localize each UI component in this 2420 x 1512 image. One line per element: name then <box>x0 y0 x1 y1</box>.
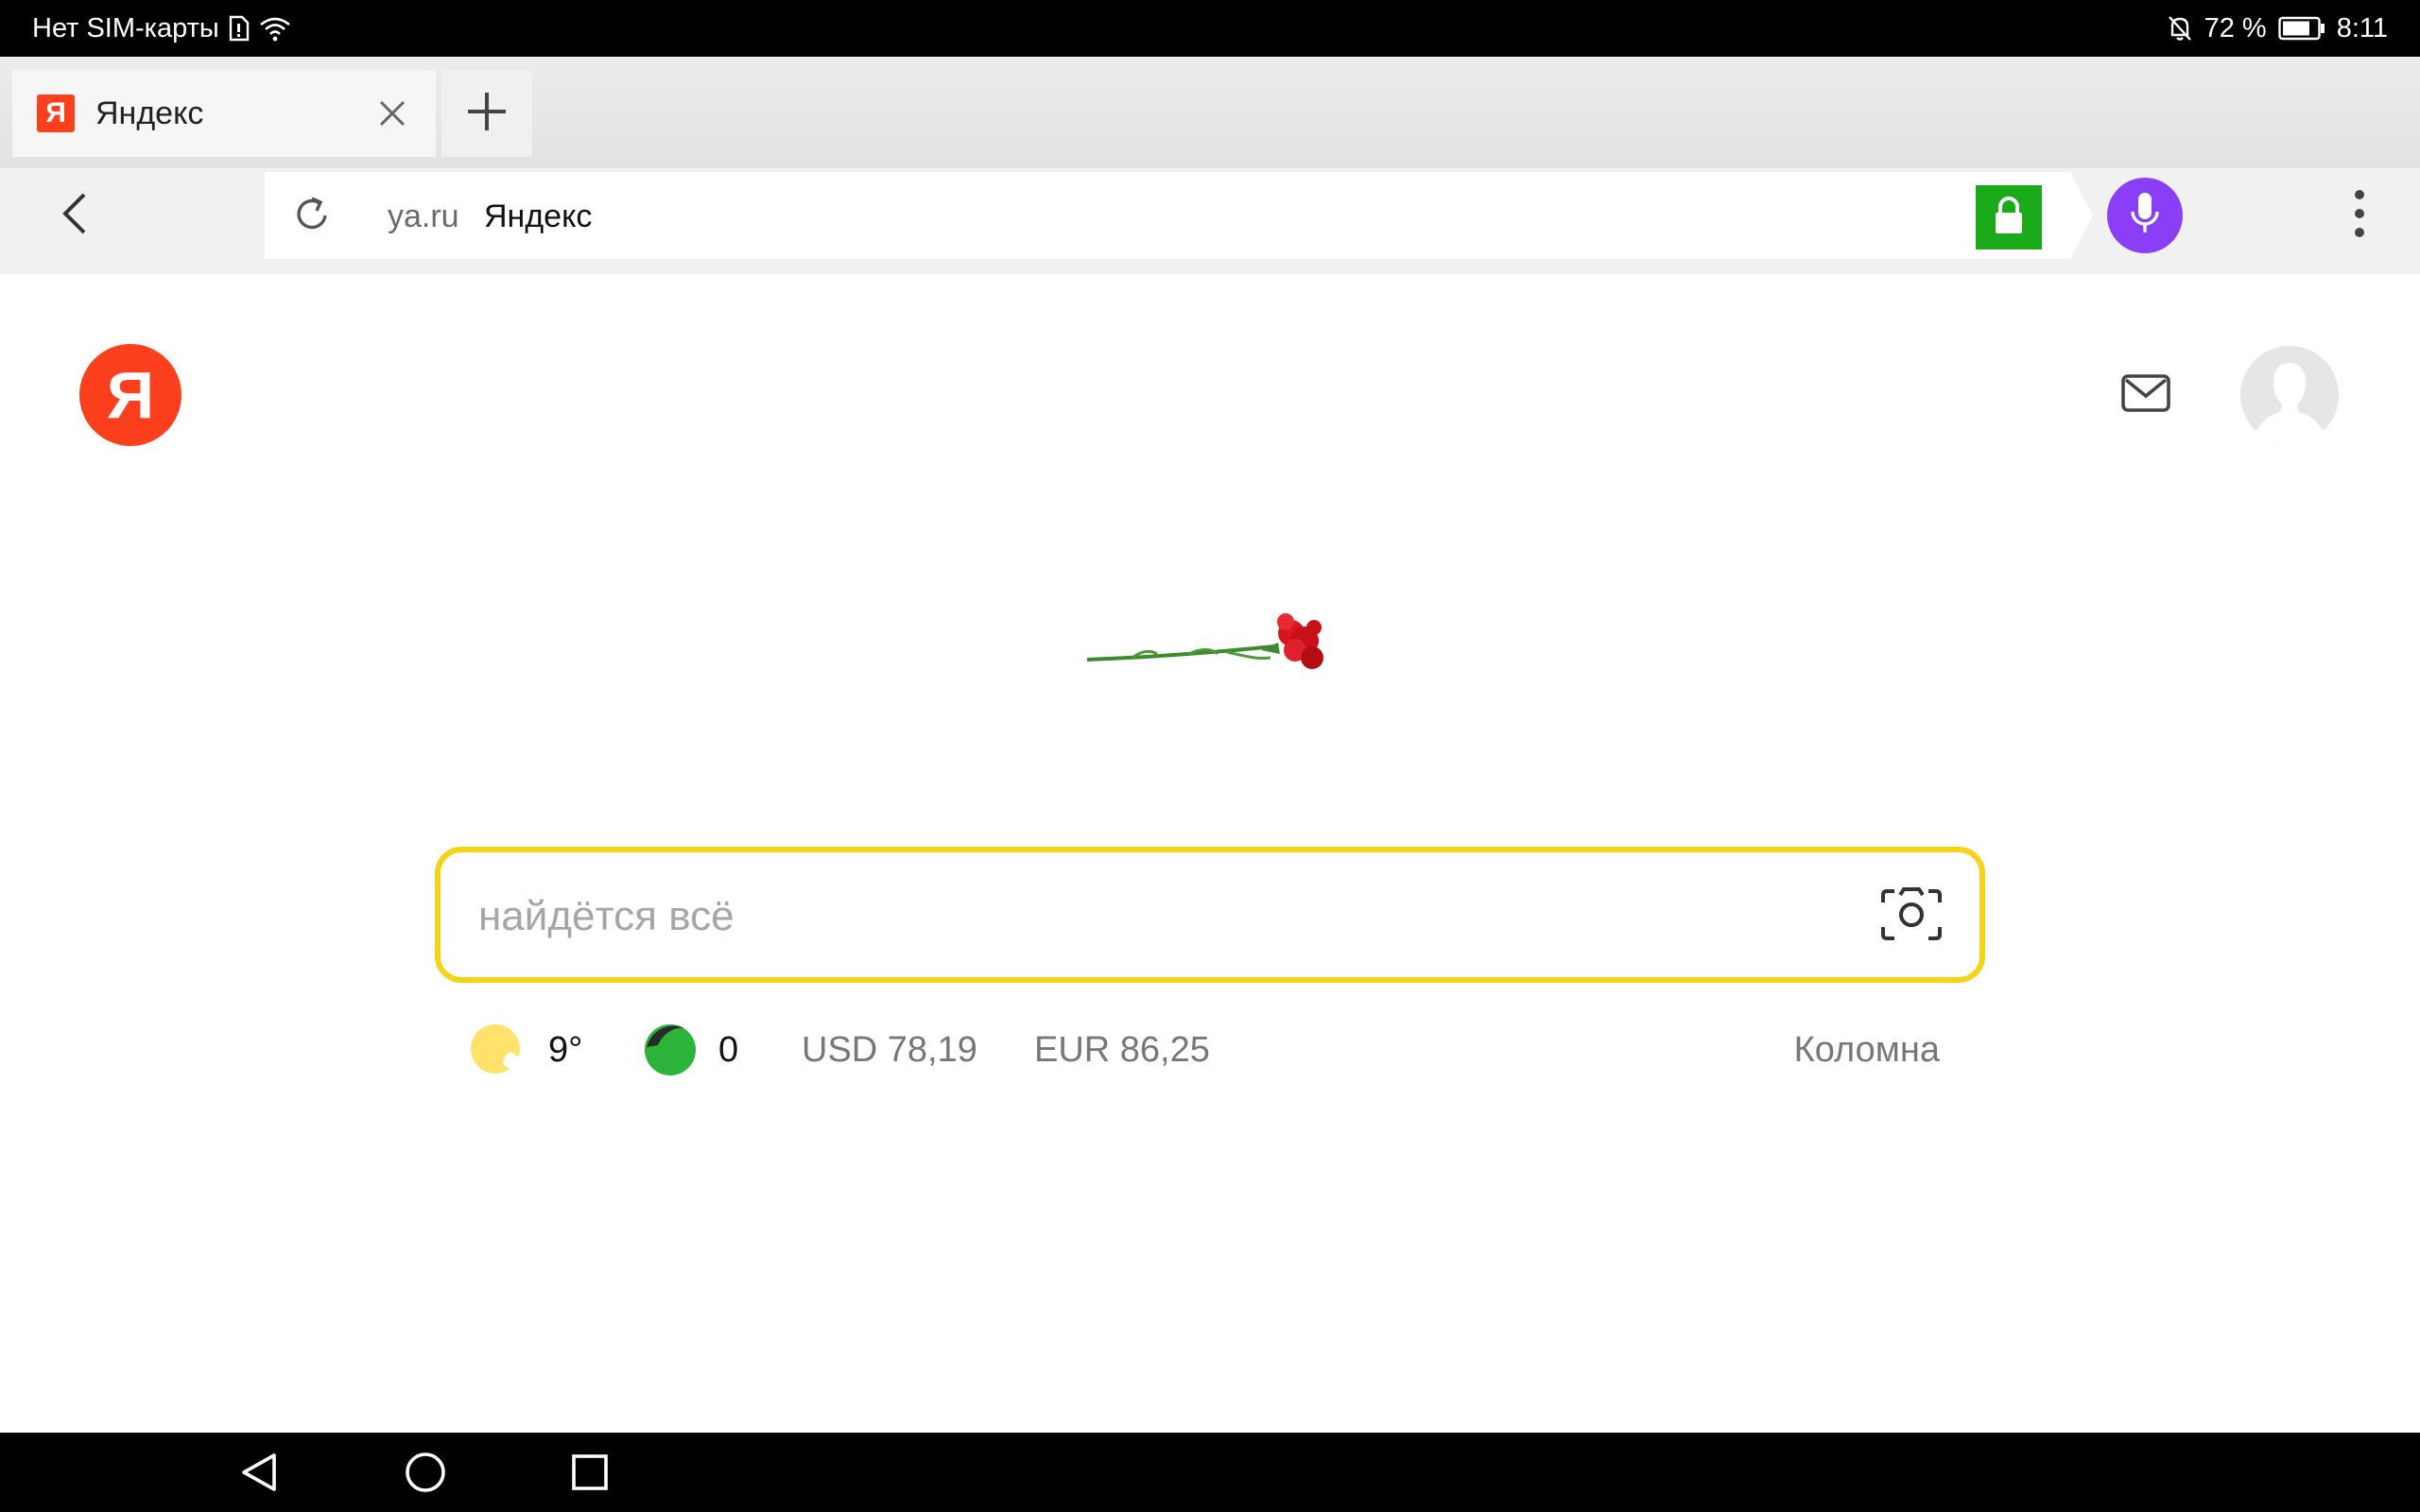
mail-button[interactable] <box>2118 367 2174 423</box>
eur-rate[interactable]: EUR 86,25 <box>1034 1030 1210 1071</box>
recents-square-icon <box>570 1452 610 1497</box>
status-left: Нет SIM-карты <box>32 13 291 44</box>
reload-icon <box>291 193 333 239</box>
informers-row: 9° 0 USD 78,19 EUR 86,25 Коломна <box>469 1021 1966 1081</box>
status-right: 72 % 8:11 <box>2167 13 2388 44</box>
url-page-title: Яндекс <box>484 198 593 234</box>
microphone-icon <box>2128 191 2162 241</box>
wifi-icon <box>259 15 291 42</box>
search-box[interactable] <box>435 847 1985 983</box>
system-navigation-bar <box>0 1433 2420 1512</box>
status-bar: Нет SIM-карты 72 % 8:11 <box>0 0 2420 57</box>
more-vertical-icon <box>2354 189 2365 243</box>
omnibox-arrow <box>2070 172 2093 259</box>
traffic-score[interactable]: 0 <box>718 1030 738 1071</box>
nav-home-button[interactable] <box>399 1448 452 1501</box>
red-carnation-icon <box>1086 613 1323 669</box>
carrier-text: Нет SIM-карты <box>32 12 219 43</box>
battery-percent: 72 % <box>2204 12 2267 43</box>
traffic-score-icon[interactable] <box>643 1022 698 1077</box>
carnation-doodle[interactable] <box>1085 605 1340 680</box>
usd-rate[interactable]: USD 78,19 <box>802 1030 977 1071</box>
nav-recents-button[interactable] <box>563 1448 616 1501</box>
close-tab-icon[interactable] <box>373 94 411 132</box>
address-bar[interactable]: ya.ru Яндекс <box>265 172 2070 259</box>
new-tab-button[interactable] <box>441 70 532 157</box>
browser-toolbar: ya.ru Яндекс <box>0 168 2420 274</box>
plus-icon <box>466 91 508 137</box>
security-lock-button[interactable] <box>1976 185 2042 249</box>
browser-menu-button[interactable] <box>2339 183 2380 248</box>
back-button[interactable] <box>47 189 100 242</box>
camera-icon <box>1879 885 1944 949</box>
tab-title: Яндекс <box>95 94 204 131</box>
lock-icon <box>1992 195 2026 241</box>
image-search-button[interactable] <box>1877 883 1945 951</box>
voice-assistant-button[interactable] <box>2107 178 2183 253</box>
weather-temperature[interactable]: 9° <box>548 1030 582 1071</box>
weather-sun-cloud-icon[interactable] <box>469 1022 527 1077</box>
nav-back-button[interactable] <box>233 1448 285 1501</box>
chevron-left-icon <box>60 191 88 241</box>
back-triangle-icon <box>238 1452 280 1498</box>
tab-yandex[interactable]: Я Яндекс <box>12 70 436 157</box>
city-link[interactable]: Коломна <box>1794 1030 1940 1071</box>
battery-icon <box>2278 16 2325 41</box>
yandex-logo[interactable]: Я <box>79 344 182 446</box>
user-avatar[interactable] <box>2240 346 2339 444</box>
envelope-icon <box>2120 373 2171 418</box>
yandex-favicon-icon: Я <box>37 94 75 132</box>
tab-bar: Я Яндекс <box>0 57 2420 168</box>
screen: Нет SIM-карты 72 % 8:11 Я Яндекс ya.ru Я… <box>0 0 2420 1512</box>
url-host: ya.ru <box>388 198 459 234</box>
user-silhouette-icon <box>2240 346 2339 444</box>
mute-icon <box>2167 14 2193 43</box>
reload-button[interactable] <box>285 189 338 242</box>
home-circle-icon <box>404 1451 447 1499</box>
search-input[interactable] <box>478 890 1802 943</box>
sim-icon <box>229 15 250 42</box>
clock: 8:11 <box>2336 12 2388 43</box>
